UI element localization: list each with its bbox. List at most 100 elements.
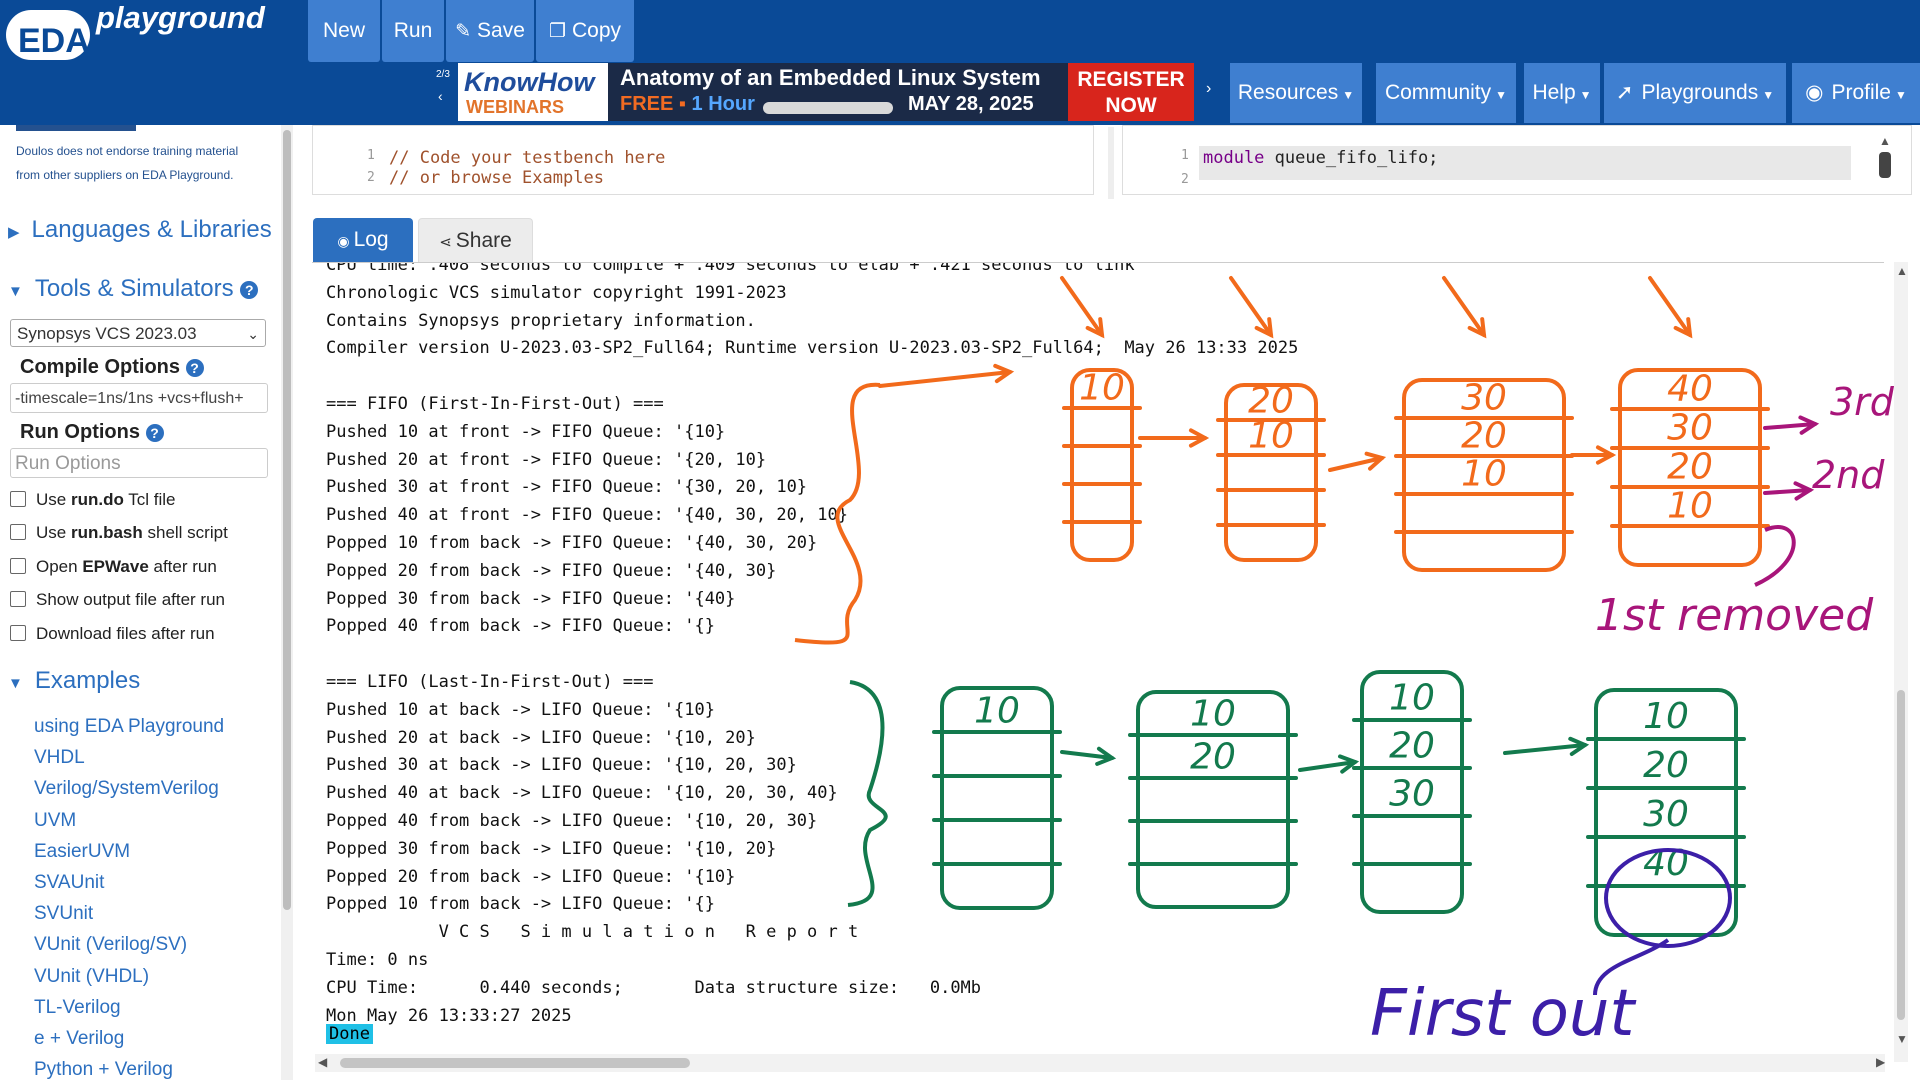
example-link[interactable]: Python + Verilog — [34, 1059, 173, 1081]
code-line: // Code your testbench here — [389, 148, 666, 168]
example-link[interactable]: SVAUnit — [34, 872, 104, 894]
keyword: module — [1203, 148, 1265, 168]
playground-logo-text[interactable]: playground — [96, 0, 265, 36]
register-now-button[interactable]: REGISTER NOW — [1068, 63, 1194, 121]
log-line: Popped 30 from back -> FIFO Queue: '{40} — [326, 588, 736, 609]
scroll-up-icon[interactable]: ▲ — [1879, 134, 1891, 148]
example-link[interactable]: VUnit (VHDL) — [34, 966, 149, 988]
use-runbash-checkbox[interactable]: Use run.bash shell script — [10, 523, 228, 543]
scroll-down-icon[interactable]: ▼ — [1896, 1032, 1908, 1046]
example-link[interactable]: VHDL — [34, 747, 85, 769]
download-files-checkbox[interactable]: Download files after run — [10, 624, 215, 644]
banner-duration: 1 Hour — [691, 93, 755, 115]
nav-profile[interactable]: ◉ Profile ▼ — [1792, 63, 1920, 123]
scroll-right-icon[interactable]: ▶ — [1876, 1055, 1885, 1069]
example-link[interactable]: Verilog/SystemVerilog — [34, 778, 219, 800]
webinar-banner[interactable]: KnowHow WEBINARS Anatomy of an Embedded … — [458, 63, 1194, 121]
banner-title: Anatomy of an Embedded Linux System — [620, 65, 1041, 90]
log-line: Chronologic VCS simulator copyright 1991… — [326, 282, 787, 303]
log-line: Mon May 26 13:33:27 2025 — [326, 1005, 572, 1026]
log-vertical-scroll-thumb[interactable] — [1897, 690, 1905, 1020]
nav-community[interactable]: Community ▼ — [1376, 63, 1516, 123]
example-link[interactable]: SVUnit — [34, 903, 93, 925]
share-icon: ⋖ — [439, 234, 452, 251]
nav-help[interactable]: Help ▼ — [1524, 63, 1600, 123]
simulator-select[interactable]: Synopsys VCS 2023.03 ⌄ — [10, 319, 266, 347]
line-number: 2 — [1181, 172, 1189, 187]
chevron-down-icon: ▼ — [8, 283, 23, 300]
log-line: Popped 40 from back -> FIFO Queue: '{} — [326, 616, 715, 637]
copy-icon: ❐ — [548, 21, 566, 42]
help-icon[interactable]: ? — [240, 280, 259, 299]
log-line: V C S S i m u l a t i o n R e p o r t — [326, 922, 859, 943]
log-line: Time: 0 ns — [326, 950, 429, 970]
sidebar-scroll-thumb[interactable] — [283, 130, 291, 910]
pencil-icon: ✎ — [455, 21, 472, 42]
new-button[interactable]: New — [308, 0, 380, 62]
banner-next-icon[interactable]: › — [1206, 80, 1211, 98]
compile-options-input[interactable]: -timescale=1ns/1ns +vcs+flush+ — [10, 383, 268, 413]
languages-libraries-toggle[interactable]: ▶ Languages & Libraries — [8, 216, 272, 244]
show-output-checkbox[interactable]: Show output file after run — [10, 590, 225, 610]
help-icon[interactable]: ? — [185, 358, 204, 377]
copy-button[interactable]: ❐ Copy — [536, 0, 634, 62]
use-rundo-checkbox[interactable]: Use run.do Tcl file — [10, 490, 176, 510]
log-line: === FIFO (First-In-First-Out) === — [326, 394, 664, 414]
chevron-down-icon: ⌄ — [247, 326, 259, 342]
eda-logo-text[interactable]: EDA — [18, 22, 90, 61]
example-link[interactable]: VUnit (Verilog/SV) — [34, 934, 187, 956]
doulos-note-2: from other suppliers on EDA Playground. — [16, 168, 234, 182]
run-button[interactable]: Run — [382, 0, 444, 62]
scroll-up-icon[interactable]: ▲ — [1896, 264, 1908, 278]
nav-playgrounds[interactable]: ➚ Playgrounds ▼ — [1604, 63, 1786, 123]
open-epwave-checkbox[interactable]: Open EPWave after run — [10, 557, 217, 577]
webinars-label: WEBINARS — [466, 97, 564, 117]
scroll-left-icon[interactable]: ◀ — [318, 1055, 327, 1069]
caret-down-icon: ▼ — [1342, 88, 1355, 102]
example-link[interactable]: e + Verilog — [34, 1028, 124, 1050]
examples-toggle[interactable]: ▼ Examples — [8, 667, 140, 695]
design-editor[interactable]: 1 module queue_fifo_lifo; 2 ▲ — [1122, 125, 1912, 195]
banner-prev-icon[interactable]: ‹ — [438, 88, 443, 104]
done-status: Done — [326, 1024, 373, 1044]
tools-simulators-toggle[interactable]: ▼ Tools & Simulators ? — [8, 275, 259, 303]
log-line: Pushed 30 at back -> LIFO Queue: '{10, 2… — [326, 755, 797, 776]
example-link[interactable]: using EDA Playground — [34, 716, 224, 738]
tab-share[interactable]: ⋖ Share — [418, 218, 533, 262]
done-badge: Done — [326, 1024, 373, 1044]
testbench-editor[interactable]: 1 // Code your testbench here 2 // or br… — [312, 125, 1094, 195]
checkbox-icon — [10, 524, 26, 540]
banner-progress-dots — [763, 102, 893, 114]
save-button[interactable]: ✎ Save — [446, 0, 534, 62]
editor-splitter[interactable] — [1108, 127, 1114, 199]
log-line: Popped 30 from back -> LIFO Queue: '{10,… — [326, 838, 777, 859]
caret-down-icon: ▼ — [1495, 88, 1508, 102]
example-link[interactable]: UVM — [34, 810, 76, 832]
top-navbar: EDA playground New Run ✎ Save ❐ Copy 2/3 ‹… — [0, 0, 1920, 125]
register-label: REGISTER — [1077, 68, 1185, 91]
doulos-logo — [16, 125, 136, 131]
checkbox-icon — [10, 625, 26, 641]
log-line: Pushed 40 at front -> FIFO Queue: '{40, … — [326, 505, 848, 526]
editor-scroll-thumb[interactable] — [1879, 152, 1891, 178]
rocket-icon: ➚ — [1615, 81, 1634, 104]
tab-log[interactable]: ◉ Log — [313, 218, 413, 262]
log-line: CPU time: .408 seconds to compile + .409… — [326, 262, 1135, 275]
log-line: === LIFO (Last-In-First-Out) === — [326, 672, 654, 692]
log-line: Compiler version U-2023.03-SP2_Full64; R… — [326, 338, 1299, 359]
knowhow-brand: KnowHow — [464, 67, 595, 97]
checkbox-icon — [10, 491, 26, 507]
user-icon: ◉ — [1805, 81, 1824, 104]
run-options-input[interactable]: Run Options — [10, 448, 268, 478]
example-link[interactable]: TL-Verilog — [34, 997, 121, 1019]
example-link[interactable]: EasierUVM — [34, 841, 130, 863]
nav-resources[interactable]: Resources ▼ — [1230, 63, 1362, 123]
help-icon[interactable]: ? — [145, 423, 164, 442]
log-horizontal-scroll-thumb[interactable] — [340, 1058, 690, 1068]
banner-counter: 2/3 — [436, 69, 450, 80]
log-line: Pushed 40 at back -> LIFO Queue: '{10, 2… — [326, 783, 838, 804]
now-label: NOW — [1105, 94, 1157, 117]
log-line: Popped 20 from back -> LIFO Queue: '{10} — [326, 866, 736, 887]
knowhow-logo: KnowHow WEBINARS — [458, 63, 608, 121]
banner-date: MAY 28, 2025 — [908, 93, 1034, 115]
